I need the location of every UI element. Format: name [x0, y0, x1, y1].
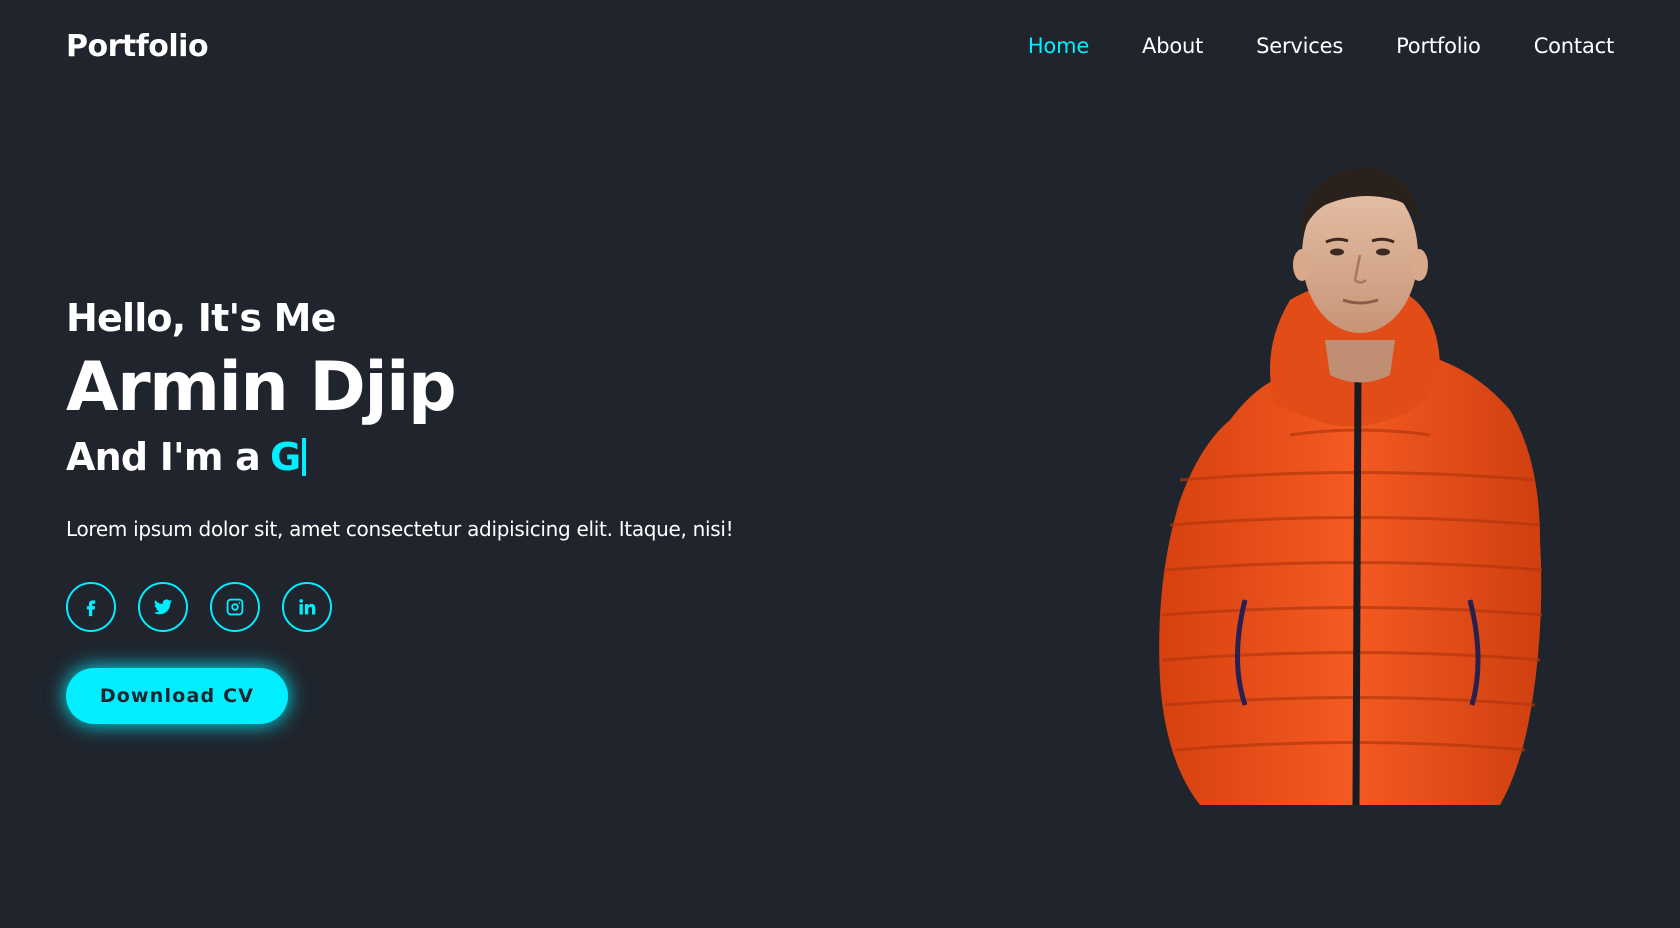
main-nav: Home About Services Portfolio Contact [975, 34, 1614, 58]
nav-about[interactable]: About [1142, 34, 1203, 58]
hero-content: Hello, It's Me Armin Djip And I'm a G Lo… [66, 292, 866, 724]
facebook-link[interactable] [66, 582, 116, 632]
nav-portfolio[interactable]: Portfolio [1396, 34, 1481, 58]
role-typed-text: G [269, 435, 301, 479]
logo[interactable]: Portfolio [66, 29, 209, 64]
nav-home[interactable]: Home [1028, 34, 1089, 58]
role-prefix: And I'm a [66, 435, 261, 479]
hero-greeting: Hello, It's Me [66, 296, 336, 340]
social-links [66, 582, 866, 632]
twitter-icon [153, 599, 173, 615]
instagram-link[interactable] [210, 582, 260, 632]
nav-contact[interactable]: Contact [1534, 34, 1615, 58]
linkedin-link[interactable] [282, 582, 332, 632]
typing-caret [302, 438, 307, 476]
page: Portfolio Home About Services Portfolio … [0, 0, 1680, 928]
hero-description: Lorem ipsum dolor sit, amet consectetur … [66, 517, 734, 541]
twitter-link[interactable] [138, 582, 188, 632]
linkedin-icon [299, 599, 316, 615]
download-cv-button[interactable]: Download CV [66, 668, 288, 724]
header: Portfolio Home About Services Portfolio … [0, 0, 1680, 92]
person-in-orange-jacket-illustration [1159, 167, 1543, 806]
nav-services[interactable]: Services [1256, 34, 1343, 58]
profile-photo [1140, 160, 1620, 860]
instagram-icon [226, 598, 244, 616]
hero-name: Armin Djip [66, 348, 457, 427]
hero-role: And I'm a G [66, 430, 866, 484]
facebook-icon [86, 600, 96, 617]
